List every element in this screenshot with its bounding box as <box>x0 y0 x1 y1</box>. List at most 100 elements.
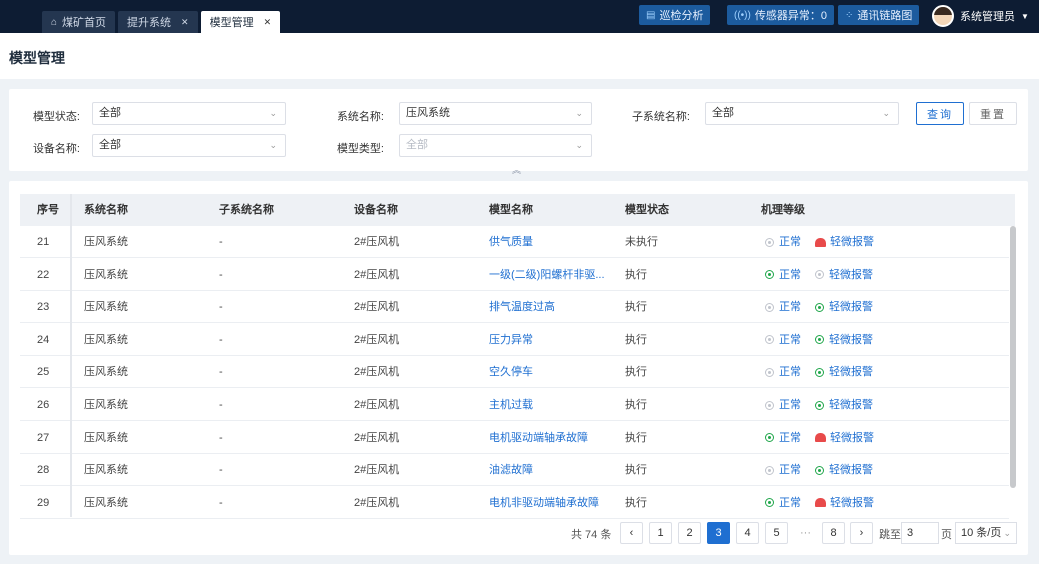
subsystem-name-value: 全部 <box>712 107 734 119</box>
next-page-button[interactable]: › <box>850 522 873 544</box>
level-normal[interactable]: 正常 <box>765 259 801 291</box>
model-name-link[interactable]: 压力异常 <box>489 324 533 356</box>
tab-label: 提升系统 <box>127 17 172 29</box>
level-normal[interactable]: 正常 <box>765 324 801 356</box>
row-index: 22 <box>37 268 50 281</box>
system-name-select[interactable]: 压风系统 ⌄ <box>399 102 592 125</box>
subsystem-name-select[interactable]: 全部 ⌄ <box>705 102 899 125</box>
page-header: 模型管理 <box>0 33 1039 79</box>
subsystem-name-cell: - <box>219 366 223 379</box>
status-on-icon <box>815 465 824 475</box>
page-number-button[interactable]: 2 <box>678 522 701 544</box>
collapse-up-icon[interactable]: ︽ <box>512 163 521 176</box>
level-normal[interactable]: 正常 <box>765 356 801 388</box>
level-alarm-label: 轻微报警 <box>829 399 873 411</box>
query-button[interactable]: 查询 <box>916 102 964 125</box>
row-index: 21 <box>37 236 50 248</box>
level-alarm[interactable]: 轻微报警 <box>815 487 874 519</box>
column-divider <box>70 194 72 517</box>
model-name-link[interactable]: 一级(二级)阳螺杆非驱... <box>489 259 605 291</box>
level-normal[interactable]: 正常 <box>765 487 801 519</box>
page-suffix: 页 <box>941 529 952 541</box>
status-off-icon <box>765 367 774 377</box>
page-number-button[interactable]: 5 <box>765 522 788 544</box>
vertical-scrollbar[interactable] <box>1010 226 1016 488</box>
level-alarm-label: 轻微报警 <box>830 431 874 444</box>
model-name-link[interactable]: 主机过载 <box>489 389 533 421</box>
level-alarm[interactable]: 轻微报警 <box>815 226 874 258</box>
row-index: 23 <box>37 301 50 314</box>
level-normal[interactable]: 正常 <box>765 454 801 486</box>
device-name-cell: 2#压风机 <box>354 366 400 379</box>
level-normal-label: 正常 <box>779 496 801 509</box>
model-status-select[interactable]: 全部 ⌄ <box>92 102 286 125</box>
tab-hoist-system[interactable]: 提升系统 ✕ <box>118 11 198 33</box>
model-name-link[interactable]: 电机非驱动端轴承故障 <box>489 487 599 519</box>
level-cell: 正常 轻微报警 <box>765 454 873 488</box>
model-status-cell: 未执行 <box>625 236 658 248</box>
page-number-button[interactable]: 4 <box>736 522 759 544</box>
comm-link-button[interactable]: ⁘ 通讯链路图 <box>838 5 920 25</box>
level-normal-label: 正常 <box>779 431 801 444</box>
model-name-link[interactable]: 油滤故障 <box>489 454 533 486</box>
level-normal-label: 正常 <box>779 366 801 379</box>
level-alarm[interactable]: 轻微报警 <box>815 259 873 291</box>
column-header: 设备名称 <box>354 204 398 216</box>
alarm-light-icon <box>815 498 826 508</box>
level-normal-label: 正常 <box>779 236 801 248</box>
reset-button[interactable]: 重置 <box>969 102 1017 125</box>
jump-page-input[interactable]: 3 <box>901 522 939 544</box>
model-name-link[interactable]: 排气温度过高 <box>489 291 555 323</box>
system-name-cell: 压风系统 <box>84 366 128 379</box>
sensor-abnormal-label: 传感器异常：0 <box>754 10 827 22</box>
level-alarm[interactable]: 轻微报警 <box>815 389 873 421</box>
prev-page-button[interactable]: ‹ <box>620 522 643 544</box>
subsystem-name-cell: - <box>219 268 223 281</box>
model-name-link[interactable]: 空久停车 <box>489 356 533 388</box>
page-number-button[interactable]: 3 <box>707 522 730 544</box>
device-name-value: 全部 <box>99 139 121 151</box>
level-alarm[interactable]: 轻微报警 <box>815 422 874 454</box>
level-alarm[interactable]: 轻微报警 <box>815 291 873 323</box>
level-alarm-label: 轻微报警 <box>829 268 873 281</box>
page-title: 模型管理 <box>9 50 65 66</box>
page-number-button[interactable]: 1 <box>649 522 672 544</box>
system-name-cell: 压风系统 <box>84 236 128 248</box>
level-cell: 正常 轻微报警 <box>765 487 874 521</box>
model-type-value: 全部 <box>406 139 428 151</box>
model-status-cell: 执行 <box>625 301 647 314</box>
level-cell: 正常 轻微报警 <box>765 389 873 423</box>
model-name-link[interactable]: 供气质量 <box>489 226 533 258</box>
level-alarm[interactable]: 轻微报警 <box>815 324 873 356</box>
page-number-button[interactable]: 8 <box>822 522 845 544</box>
alarm-light-icon <box>815 237 826 247</box>
device-name-cell: 2#压风机 <box>354 301 400 314</box>
level-normal[interactable]: 正常 <box>765 389 801 421</box>
model-status-cell: 执行 <box>625 268 647 281</box>
patrol-analysis-label: 巡检分析 <box>659 10 704 22</box>
level-alarm[interactable]: 轻微报警 <box>815 454 873 486</box>
model-status-cell: 执行 <box>625 399 647 411</box>
tab-model-management[interactable]: 模型管理 ✕ <box>200 11 281 33</box>
close-icon[interactable]: ✕ <box>181 17 189 28</box>
level-alarm[interactable]: 轻微报警 <box>815 356 873 388</box>
level-cell: 正常 轻微报警 <box>765 356 873 390</box>
patrol-analysis-button[interactable]: ▤ 巡检分析 <box>639 5 711 25</box>
tab-home[interactable]: ⌂ 煤矿首页 <box>42 11 116 33</box>
model-status-cell: 执行 <box>625 431 647 444</box>
model-name-link[interactable]: 电机驱动端轴承故障 <box>489 422 588 454</box>
model-type-select[interactable]: 全部 ⌄ <box>399 134 592 157</box>
table-row: 28 压风系统 - 2#压风机 油滤故障 执行 正常 轻微报警 <box>20 454 1009 488</box>
top-bar: ⌂ 煤矿首页 提升系统 ✕ 模型管理 ✕ ▤ 巡检分析 ((•)) 传感器异常：… <box>0 0 1039 33</box>
level-normal[interactable]: 正常 <box>765 226 801 258</box>
system-name-cell: 压风系统 <box>84 301 128 314</box>
close-icon[interactable]: ✕ <box>264 17 272 28</box>
level-normal[interactable]: 正常 <box>765 422 801 454</box>
sensor-abnormal-button[interactable]: ((•)) 传感器异常：0 <box>727 5 834 25</box>
page-ellipsis[interactable]: ··· <box>794 522 817 544</box>
level-normal[interactable]: 正常 <box>765 291 801 323</box>
row-index: 28 <box>37 464 50 477</box>
device-name-select[interactable]: 全部 ⌄ <box>92 134 286 157</box>
user-menu[interactable]: 系统管理员 ▼ <box>932 4 1029 28</box>
page-size-select[interactable]: 10 条/页 ⌄ <box>955 522 1017 544</box>
